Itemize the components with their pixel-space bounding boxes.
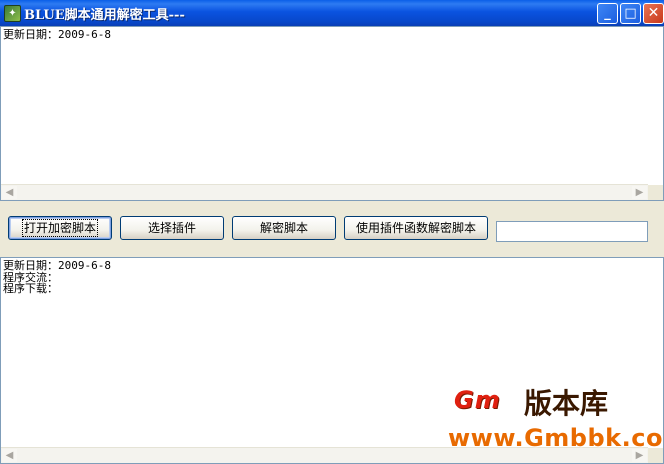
minimize-icon[interactable]: _	[597, 3, 618, 24]
app-icon[interactable]: ✦	[4, 5, 21, 22]
plugin-text-field[interactable]	[496, 221, 648, 242]
scroll-left-icon[interactable]: ◀	[2, 186, 17, 199]
select-plugin-button[interactable]: 选择插件	[120, 216, 224, 240]
scroll-left-icon[interactable]: ◀	[2, 449, 17, 462]
top-horizontal-scrollbar[interactable]: ◀ ▶	[1, 184, 648, 200]
top-text-area[interactable]: 更新日期：2009-6-8 ◀ ▶	[0, 26, 664, 201]
watermark-site-name: 版本库	[524, 387, 609, 420]
watermark-logo: Gm 版本库 www.Gmbbk.com	[448, 380, 664, 460]
scroll-right-icon[interactable]: ▶	[632, 186, 647, 199]
plugin-function-decrypt-button[interactable]: 使用插件函数解密脚本	[344, 216, 488, 240]
watermark-logo-mark: Gm	[454, 386, 501, 414]
open-encrypted-script-button[interactable]: 打开加密脚本	[8, 216, 112, 240]
scroll-corner	[648, 185, 663, 200]
watermark-url: www.Gmbbk.com	[448, 424, 664, 452]
maximize-icon[interactable]: □	[620, 3, 641, 24]
title-bar[interactable]: ✦ BLUE脚本通用解密工具--- _ □ ✕	[0, 0, 664, 26]
decrypt-script-button[interactable]: 解密脚本	[232, 216, 336, 240]
bottom-text-content: 更新日期：2009-6-8 程序交流： 程序下载：	[3, 259, 111, 295]
top-text-content: 更新日期：2009-6-8	[3, 28, 111, 41]
close-icon[interactable]: ✕	[643, 3, 664, 24]
window-title: BLUE脚本通用解密工具---	[24, 8, 185, 23]
